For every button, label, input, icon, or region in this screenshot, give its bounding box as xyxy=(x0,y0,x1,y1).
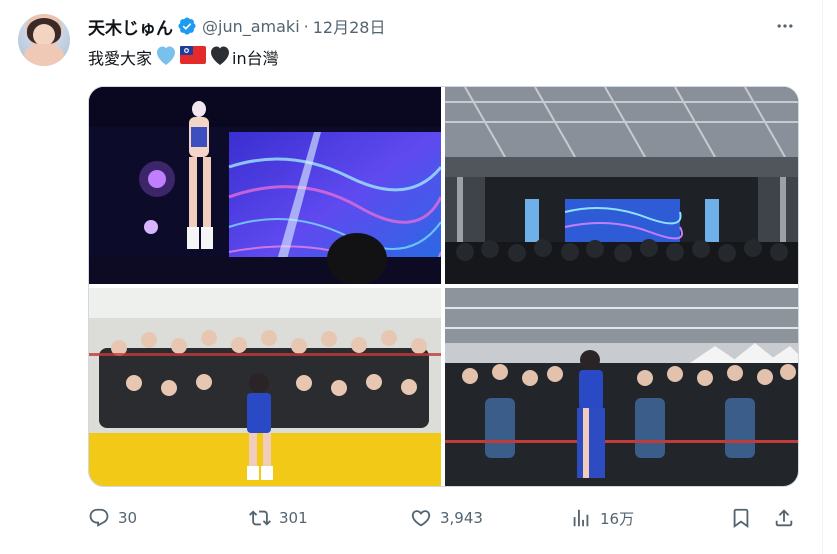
avatar[interactable] xyxy=(18,14,70,66)
photo-stage-performer[interactable] xyxy=(89,87,441,284)
like-button[interactable]: 3,943 xyxy=(410,502,483,534)
retweet-button[interactable]: 301 xyxy=(249,502,308,534)
views-count: 16万 xyxy=(600,509,635,528)
separator-dot: · xyxy=(303,16,309,36)
verified-badge-icon[interactable] xyxy=(177,16,197,36)
display-name[interactable]: 天木じゅん xyxy=(88,14,173,39)
views-icon xyxy=(573,509,589,527)
timeline-border xyxy=(822,0,823,554)
reply-button[interactable]: 30 xyxy=(88,502,137,534)
retweet-icon xyxy=(249,510,271,526)
tweet-text-main: 我愛大家 xyxy=(88,49,153,68)
media-grid xyxy=(88,86,799,487)
tweet-header: 天木じゅん @jun_amaki · 12月28日 xyxy=(88,14,386,39)
like-count: 3,943 xyxy=(440,509,483,527)
tweet[interactable]: 天木じゅん @jun_amaki · 12月28日 我愛大家 in台灣 30 3… xyxy=(0,0,837,554)
photo-crowd-photographing[interactable] xyxy=(445,288,798,486)
share-icon xyxy=(775,509,793,527)
tweet-text: 我愛大家 in台灣 xyxy=(88,44,279,70)
black-heart-icon xyxy=(208,44,232,70)
taiwan-flag-icon xyxy=(180,46,207,68)
share-button[interactable] xyxy=(773,502,795,534)
action-bar: 30 301 3,943 16万 xyxy=(88,502,797,534)
bookmark-icon xyxy=(733,508,749,529)
tweet-text-location: in台灣 xyxy=(232,49,279,68)
heart-icon xyxy=(411,510,431,527)
photo-venue-crowd[interactable] xyxy=(445,87,798,284)
photo-fan-group[interactable] xyxy=(89,288,441,486)
views-button[interactable]: 16万 xyxy=(570,502,634,534)
reply-count: 30 xyxy=(118,509,138,527)
bookmark-button[interactable] xyxy=(730,502,752,534)
tweet-date[interactable]: 12月28日 xyxy=(313,14,386,38)
more-options-icon[interactable] xyxy=(775,16,795,36)
blue-heart-icon xyxy=(154,44,178,70)
user-handle[interactable]: @jun_amaki xyxy=(202,17,300,36)
retweet-count: 301 xyxy=(279,509,308,527)
reply-icon xyxy=(89,508,109,527)
